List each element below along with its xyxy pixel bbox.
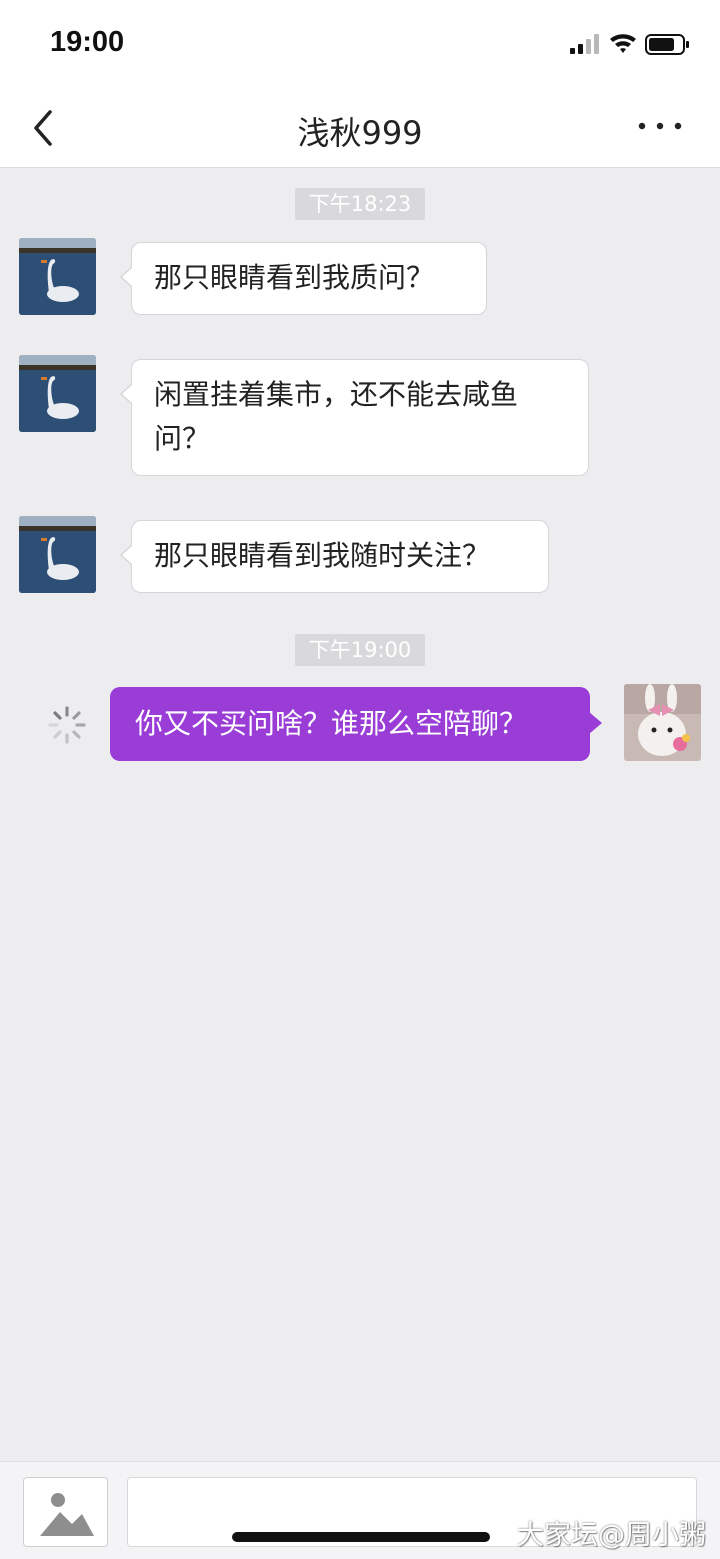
- sending-spinner-icon: [48, 706, 86, 744]
- image-icon: [40, 1493, 94, 1536]
- user-avatar[interactable]: [624, 684, 701, 761]
- status-icons: [570, 34, 689, 55]
- incoming-message[interactable]: 那只眼睛看到我质问？: [120, 242, 487, 315]
- more-icon[interactable]: [636, 116, 684, 136]
- battery-icon: [645, 34, 689, 55]
- chat-area[interactable]: 下午18:23 那只眼睛看到我质问？ 闲置挂着集市，还不能去咸鱼问？ 那只眼睛看…: [0, 169, 720, 1461]
- nav-bar: 浅秋999: [0, 88, 720, 168]
- signal-icon: [570, 34, 599, 54]
- contact-avatar[interactable]: [19, 516, 96, 593]
- status-time: 19:00: [50, 26, 125, 58]
- contact-avatar[interactable]: [19, 238, 96, 315]
- contact-avatar[interactable]: [19, 355, 96, 432]
- timestamp: 下午19:00: [295, 634, 425, 666]
- incoming-message[interactable]: 闲置挂着集市，还不能去咸鱼问？: [120, 359, 589, 476]
- incoming-message[interactable]: 那只眼睛看到我随时关注？: [120, 520, 549, 593]
- outgoing-message[interactable]: 你又不买问啥？谁那么空陪聊？: [110, 687, 602, 761]
- home-indicator[interactable]: [232, 1532, 490, 1542]
- timestamp: 下午18:23: [295, 188, 425, 220]
- image-picker-button[interactable]: [23, 1477, 108, 1547]
- wifi-icon: [610, 34, 636, 53]
- status-bar: 19:00: [0, 0, 720, 88]
- chat-title: 浅秋999: [297, 114, 423, 152]
- watermark: 大家坛@周小粥: [517, 1520, 706, 1551]
